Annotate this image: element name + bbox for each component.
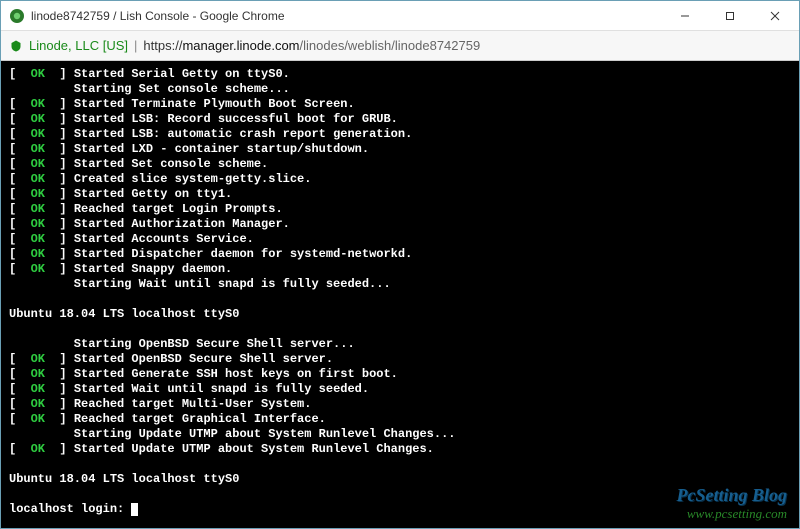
terminal-line (9, 292, 791, 307)
maximize-button[interactable] (707, 1, 752, 30)
terminal-output[interactable]: [ OK ] Started Serial Getty on ttyS0. St… (1, 61, 799, 528)
close-button[interactable] (752, 1, 797, 30)
address-bar[interactable]: Linode, LLC [US] | https://manager.linod… (1, 31, 799, 61)
cursor (131, 503, 138, 516)
terminal-line: [ OK ] Reached target Multi-User System. (9, 397, 791, 412)
terminal-line: Ubuntu 18.04 LTS localhost ttyS0 (9, 472, 791, 487)
terminal-line: [ OK ] Started LSB: Record successful bo… (9, 112, 791, 127)
terminal-line: [ OK ] Created slice system-getty.slice. (9, 172, 791, 187)
terminal-line: [ OK ] Started Serial Getty on ttyS0. (9, 67, 791, 82)
terminal-line: [ OK ] Started Authorization Manager. (9, 217, 791, 232)
minimize-button[interactable] (662, 1, 707, 30)
window-controls (662, 1, 797, 30)
terminal-line: [ OK ] Started OpenBSD Secure Shell serv… (9, 352, 791, 367)
terminal-line: [ OK ] Reached target Login Prompts. (9, 202, 791, 217)
terminal-line: [ OK ] Started Set console scheme. (9, 157, 791, 172)
terminal-line: [ OK ] Started Generate SSH host keys on… (9, 367, 791, 382)
terminal-line: [ OK ] Started LSB: automatic crash repo… (9, 127, 791, 142)
terminal-line: [ OK ] Started Update UTMP about System … (9, 442, 791, 457)
terminal-line: [ OK ] Started Terminate Plymouth Boot S… (9, 97, 791, 112)
terminal-line: [ OK ] Started Getty on tty1. (9, 187, 791, 202)
terminal-line: [ OK ] Reached target Graphical Interfac… (9, 412, 791, 427)
terminal-line: Starting Update UTMP about System Runlev… (9, 427, 791, 442)
terminal-line (9, 322, 791, 337)
terminal-line: [ OK ] Started Wait until snapd is fully… (9, 382, 791, 397)
lock-icon (9, 39, 23, 53)
url-text: https://manager.linode.com/linodes/webli… (143, 38, 480, 53)
terminal-line: Starting OpenBSD Secure Shell server... (9, 337, 791, 352)
app-icon (9, 8, 25, 24)
terminal-line: Ubuntu 18.04 LTS localhost ttyS0 (9, 307, 791, 322)
terminal-line: [ OK ] Started Dispatcher daemon for sys… (9, 247, 791, 262)
window-titlebar: linode8742759 / Lish Console - Google Ch… (1, 1, 799, 31)
terminal-line: [ OK ] Started Snappy daemon. (9, 262, 791, 277)
window-title: linode8742759 / Lish Console - Google Ch… (31, 9, 662, 23)
url-separator: | (134, 38, 137, 53)
terminal-line (9, 457, 791, 472)
terminal-line: [ OK ] Started Accounts Service. (9, 232, 791, 247)
terminal-line: Starting Set console scheme... (9, 82, 791, 97)
terminal-line: localhost login: (9, 502, 791, 517)
ev-cert-label: Linode, LLC [US] (29, 38, 128, 53)
terminal-line (9, 487, 791, 502)
terminal-line: [ OK ] Started LXD - container startup/s… (9, 142, 791, 157)
terminal-line: Starting Wait until snapd is fully seede… (9, 277, 791, 292)
